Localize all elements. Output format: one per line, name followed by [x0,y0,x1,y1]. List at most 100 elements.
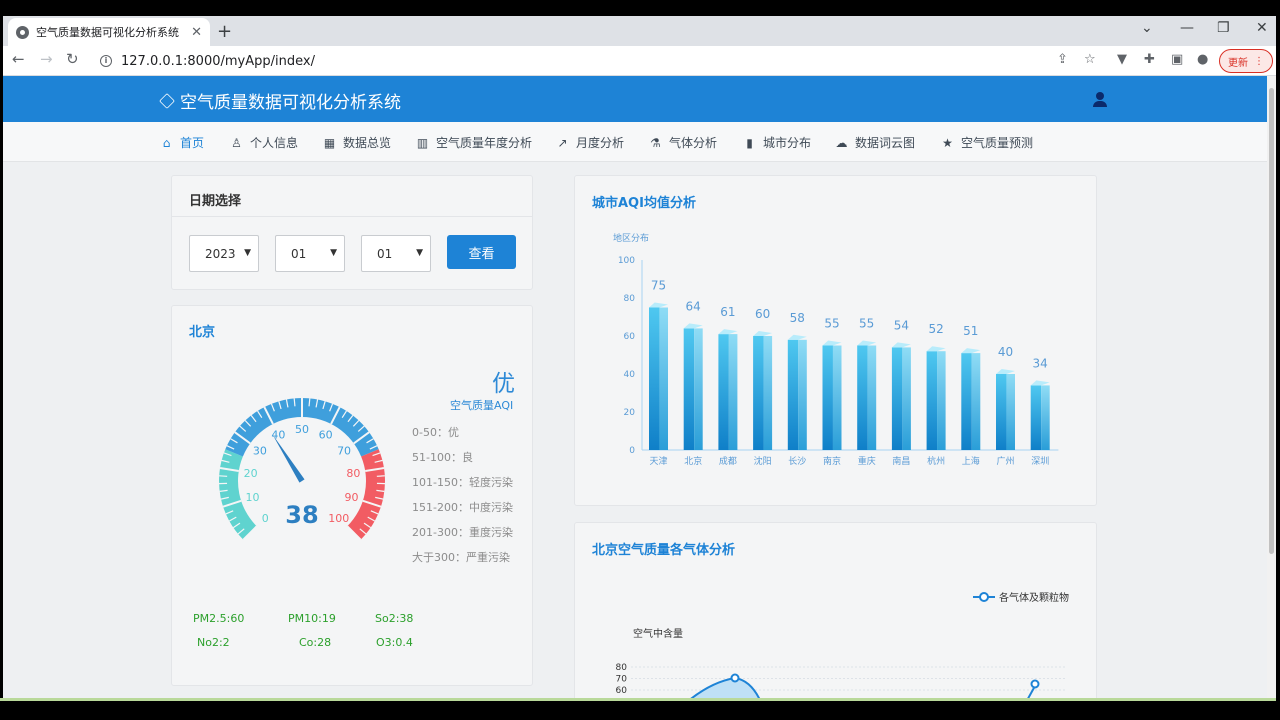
bar-category-label: 广州 [996,455,1014,467]
gas-chart-title: 北京空气质量各气体分析 [592,543,736,558]
gas-legend[interactable]: 各气体及颗粒物 [973,589,1069,604]
day-value: 01 [377,246,393,261]
bar-value-label: 34 [1033,356,1048,370]
aqi-legend-item: 101-150：轻度污染 [412,476,513,489]
bar-side [937,351,946,450]
forward-icon[interactable]: → [40,50,53,68]
gauge-pointer [272,434,305,483]
aqi-legend-item: 201-300：重度污染 [412,526,513,539]
profile-icon[interactable]: ● [1197,52,1208,67]
close-tab-icon[interactable]: ✕ [191,25,202,40]
day-select[interactable]: 01 ▼ [361,235,431,272]
map-icon: ▮ [746,135,753,150]
nav-label: 空气质量预测 [961,136,1034,150]
scrollbar-thumb[interactable] [1269,88,1274,554]
nav-label: 首页 [180,136,205,150]
nav-item-yearly[interactable]: ▥ 空气质量年度分析 [416,134,532,151]
bar-side [1006,374,1015,450]
bar-front [683,328,695,450]
browser-window: 空气质量数据可视化分析系统 ✕ + ⌄ — ❐ ✕ ← → ↻ i 127.0.… [3,16,1276,698]
gauge-tick-label: 20 [244,467,258,480]
aqi-legend-item: 0-50：优 [412,426,459,439]
gauge-tick-label: 60 [319,429,333,442]
gas-y-tick-label: 60 [616,686,628,696]
bookmark-star-icon[interactable]: ☆ [1084,52,1096,67]
bar-top [683,323,703,329]
cloud-icon: ☁ [835,135,848,150]
nav-item-overview[interactable]: ▦ 数据总览 [323,134,391,151]
back-icon[interactable]: ← [12,50,25,68]
bar-category-label: 南昌 [892,455,910,467]
share-icon[interactable]: ⇪ [1057,52,1068,67]
bar-value-label: 64 [686,299,701,313]
cube-icon [159,92,175,109]
menu-dots-icon: ⋮ [1254,55,1264,67]
puzzle-icon[interactable]: ✚ [1144,52,1155,67]
gauge-tick-label: 70 [337,444,351,457]
page-scrollbar[interactable] [1267,76,1276,698]
nav-label: 数据总览 [343,136,392,150]
nav-item-home[interactable]: ⌂ 首页 [160,134,204,151]
nav-item-forecast[interactable]: ★ 空气质量预测 [941,134,1033,151]
bar-value-label: 60 [755,307,770,321]
bar-y-tick-label: 80 [624,294,636,304]
so2-value: So2:38 [375,612,414,625]
bar-y-tick-label: 0 [629,446,635,456]
year-select[interactable]: 2023 ▼ [189,235,259,272]
app-brand[interactable]: 空气质量数据可视化分析系统 [159,88,401,113]
bar-top [857,340,877,346]
gauge-tick-label: 10 [246,491,260,504]
info-icon[interactable]: i [100,55,112,67]
bar-front [926,351,938,450]
city-aqi-card: 城市AQI均值分析 地区分布 100 80 60 40 20 0 75 天津 64 北京 61 成都 60… [574,175,1097,506]
nav-item-profile[interactable]: ♙ 个人信息 [230,134,298,151]
month-value: 01 [291,246,307,261]
tab-search-icon[interactable]: ⌄ [1141,20,1153,36]
new-tab-button[interactable]: + [217,21,232,42]
bar [683,323,703,450]
main-nav: ⌂ 首页 ♙ 个人信息 ▦ 数据总览 ▥ 空气质量年度分析 ↗ 月度分析 ⚗ 气… [3,122,1267,162]
address-bar[interactable]: i 127.0.0.1:8000/myApp/index/ [91,49,1091,73]
nav-label: 月度分析 [576,136,625,150]
nav-label: 城市分布 [763,136,812,150]
user-icon[interactable] [1093,92,1107,108]
year-value: 2023 [205,246,236,261]
gauge-tick-label: 30 [253,444,267,457]
nav-item-city-map[interactable]: ▮ 城市分布 [743,134,811,151]
gauge-tick [293,398,296,407]
bar [787,334,807,450]
nav-item-wordcloud[interactable]: ☁ 数据词云图 [835,134,916,151]
bar-front [822,345,833,450]
nav-item-monthly[interactable]: ↗ 月度分析 [556,134,624,151]
bar [649,302,668,450]
side-panel-icon[interactable]: ▣ [1171,52,1183,67]
bar-front [996,374,1007,450]
nav-item-gas[interactable]: ⚗ 气体分析 [649,134,717,151]
reload-icon[interactable]: ↻ [66,50,79,68]
tab-title: 空气质量数据可视化分析系统 [36,26,179,39]
screen: 空气质量数据可视化分析系统 ✕ + ⌄ — ❐ ✕ ← → ↻ i 127.0.… [0,0,1280,720]
close-window-icon[interactable]: ✕ [1256,20,1268,36]
nav-label: 数据词云图 [855,136,916,150]
bar [891,342,911,450]
globe-icon [16,25,29,39]
month-select[interactable]: 01 ▼ [275,235,345,272]
browser-tab[interactable]: 空气质量数据可视化分析系统 ✕ [8,18,210,46]
bar-top [926,346,946,352]
gauge-tick [308,398,311,407]
bar-side [832,345,842,450]
bar-side [659,307,668,450]
legend-line-icon [973,591,995,602]
bar-front [718,334,729,450]
view-button[interactable]: 查看 [447,235,516,269]
bar-top [891,342,911,348]
minimize-icon[interactable]: — [1180,20,1194,36]
bar-top [822,340,842,346]
restore-icon[interactable]: ❐ [1217,20,1230,36]
update-button[interactable]: 更新 ⋮ [1219,49,1273,73]
app-title: 空气质量数据可视化分析系统 [180,93,401,113]
extension-v-icon[interactable]: ▼ [1117,52,1127,67]
bar-top [718,329,738,335]
bar-y-tick-label: 20 [624,408,636,418]
bar-front [891,347,903,450]
